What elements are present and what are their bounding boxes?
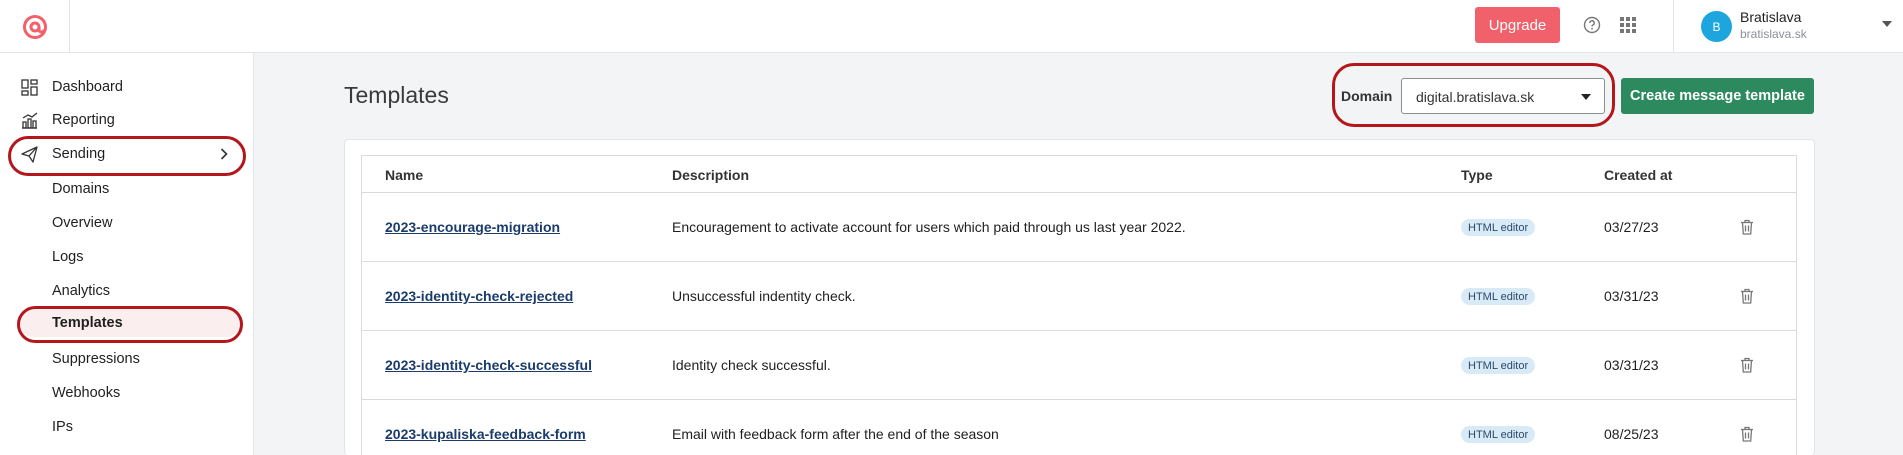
template-name-link[interactable]: 2023-kupaliska-feedback-form bbox=[385, 426, 586, 442]
type-badge: HTML editor bbox=[1461, 288, 1536, 305]
domain-select-value: digital.bratislava.sk bbox=[1416, 89, 1535, 105]
sidebar-item-label: Sending bbox=[52, 146, 106, 162]
trash-icon[interactable] bbox=[1740, 426, 1754, 442]
domain-select[interactable]: digital.bratislava.sk bbox=[1401, 78, 1605, 114]
created-date: 08/25/23 bbox=[1604, 426, 1659, 442]
help-icon[interactable] bbox=[1583, 16, 1601, 34]
template-name-link[interactable]: 2023-identity-check-successful bbox=[385, 357, 592, 373]
trash-icon[interactable] bbox=[1740, 357, 1754, 373]
sidebar-subitem-suppressions[interactable]: Suppressions bbox=[52, 348, 140, 370]
created-date: 03/31/23 bbox=[1604, 288, 1659, 304]
sidebar-item-label: Dashboard bbox=[52, 79, 123, 95]
chart-icon bbox=[22, 112, 38, 129]
page-title: Templates bbox=[344, 82, 449, 108]
mailgun-logo-icon bbox=[22, 14, 47, 39]
column-header-type: Type bbox=[1461, 167, 1493, 183]
apps-grid-icon[interactable] bbox=[1619, 16, 1637, 34]
trash-icon[interactable] bbox=[1740, 288, 1754, 304]
chevron-down-icon bbox=[1882, 21, 1892, 27]
trash-icon[interactable] bbox=[1740, 219, 1754, 235]
template-name-link[interactable]: 2023-encourage-migration bbox=[385, 219, 560, 235]
template-description: Unsuccessful indentity check. bbox=[672, 288, 856, 304]
type-badge: HTML editor bbox=[1461, 357, 1536, 374]
sidebar-subitem-templates[interactable]: Templates bbox=[52, 312, 123, 334]
account-domain: bratislava.sk bbox=[1740, 27, 1807, 41]
created-date: 03/31/23 bbox=[1604, 357, 1659, 373]
sidebar-item-sending[interactable]: Sending bbox=[0, 140, 254, 168]
upgrade-button[interactable]: Upgrade bbox=[1475, 7, 1560, 43]
sidebar-subitem-domains[interactable]: Domains bbox=[52, 178, 109, 200]
domain-label: Domain bbox=[1341, 88, 1393, 104]
column-header-description: Description bbox=[672, 167, 750, 183]
sidebar-subitem-ips[interactable]: IPs bbox=[52, 416, 73, 438]
type-badge: HTML editor bbox=[1461, 219, 1536, 236]
template-description: Email with feedback form after the end o… bbox=[672, 426, 999, 442]
account-menu[interactable]: B Bratislava bratislava.sk bbox=[1673, 0, 1903, 53]
table-row: 2023-encourage-migration Encouragement t… bbox=[362, 193, 1796, 262]
templates-table: Name Description Type Created at 2023-en… bbox=[361, 155, 1797, 455]
sidebar: Dashboard Reporting Sending Domains Over… bbox=[0, 53, 254, 455]
dashboard-icon bbox=[21, 79, 38, 96]
table-row: 2023-identity-check-successful Identity … bbox=[362, 331, 1796, 400]
sidebar-item-reporting[interactable]: Reporting bbox=[0, 106, 254, 134]
sidebar-item-label: Reporting bbox=[52, 112, 115, 128]
table-row: 2023-kupaliska-feedback-form Email with … bbox=[362, 400, 1796, 455]
create-template-button[interactable]: Create message template bbox=[1621, 78, 1814, 114]
top-bar: Upgrade B Bratislava bratislava.sk bbox=[0, 0, 1903, 53]
caret-down-icon bbox=[1581, 94, 1591, 100]
sidebar-subitem-overview[interactable]: Overview bbox=[52, 212, 112, 234]
column-header-name[interactable]: Name bbox=[385, 167, 423, 183]
created-date: 03/27/23 bbox=[1604, 219, 1659, 235]
sidebar-item-dashboard[interactable]: Dashboard bbox=[0, 73, 254, 101]
table-row: 2023-identity-check-rejected Unsuccessfu… bbox=[362, 262, 1796, 331]
sidebar-subitem-analytics[interactable]: Analytics bbox=[52, 280, 110, 302]
paper-plane-icon bbox=[21, 146, 38, 163]
type-badge: HTML editor bbox=[1461, 426, 1536, 443]
logo[interactable] bbox=[0, 0, 70, 53]
sidebar-subitem-logs[interactable]: Logs bbox=[52, 246, 83, 268]
template-description: Identity check successful. bbox=[672, 357, 831, 373]
account-name: Bratislava bbox=[1740, 9, 1802, 25]
template-description: Encouragement to activate account for us… bbox=[672, 219, 1186, 235]
template-name-link[interactable]: 2023-identity-check-rejected bbox=[385, 288, 573, 304]
chevron-right-icon bbox=[220, 148, 228, 160]
sidebar-subitem-webhooks[interactable]: Webhooks bbox=[52, 382, 120, 404]
column-header-created[interactable]: Created at bbox=[1604, 167, 1672, 183]
avatar: B bbox=[1701, 11, 1732, 42]
